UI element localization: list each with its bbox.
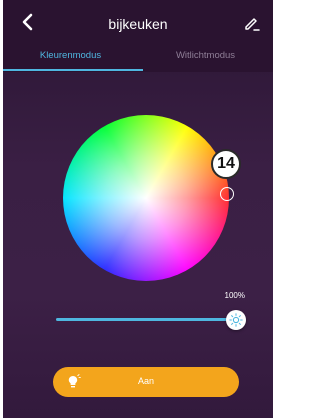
edit-button[interactable] bbox=[239, 10, 265, 36]
page-title: bijkeuken bbox=[108, 16, 168, 32]
mode-tabs: Kleurenmodus Witlichtmodus bbox=[3, 48, 273, 72]
color-value-bubble: 14 bbox=[211, 149, 241, 179]
top-bar: bijkeuken bbox=[3, 0, 273, 48]
chevron-left-icon bbox=[22, 13, 33, 31]
back-button[interactable] bbox=[13, 8, 41, 36]
power-button-label: Aan bbox=[137, 376, 154, 386]
sun-icon bbox=[229, 313, 243, 327]
tab-kleurenmodus[interactable]: Kleurenmodus bbox=[3, 50, 138, 61]
active-tab-indicator bbox=[3, 69, 143, 71]
app-screen: bijkeuken Kleurenmodus Witlichtmodus 14 … bbox=[3, 0, 273, 418]
brightness-percentage: 100% bbox=[224, 291, 245, 300]
color-picker-handle[interactable] bbox=[220, 187, 234, 201]
brightness-slider-thumb[interactable] bbox=[226, 310, 246, 330]
color-wheel-container bbox=[63, 115, 229, 281]
power-button[interactable]: Aan bbox=[53, 367, 239, 397]
pencil-icon bbox=[245, 18, 260, 31]
tab-witlichtmodus[interactable]: Witlichtmodus bbox=[138, 50, 273, 61]
brightness-slider[interactable] bbox=[56, 318, 236, 321]
color-wheel[interactable] bbox=[63, 115, 229, 281]
